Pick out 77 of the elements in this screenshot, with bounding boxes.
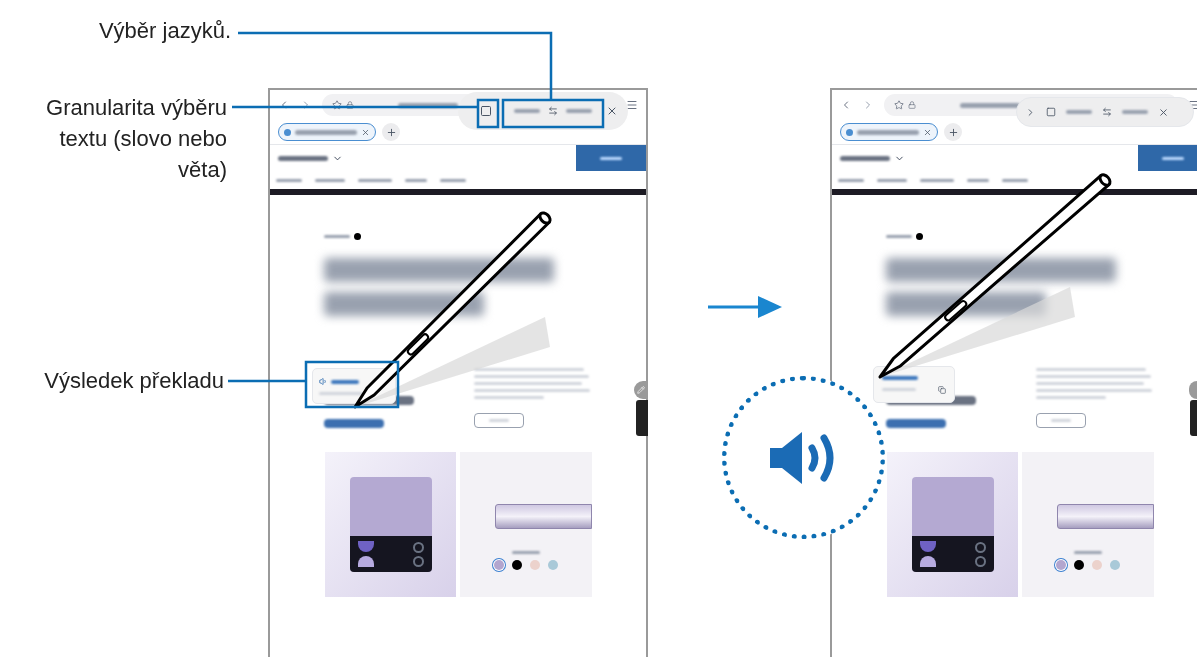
- granularity-icon[interactable]: [1046, 107, 1056, 117]
- menu-icon[interactable]: [1188, 99, 1197, 111]
- buy-button[interactable]: [576, 145, 646, 171]
- color-swatch[interactable]: [1074, 560, 1084, 570]
- blurred-text: [1074, 551, 1102, 554]
- menu-icon[interactable]: [626, 99, 638, 111]
- blurred-text: [877, 178, 907, 182]
- blurred-text: [331, 379, 359, 384]
- swap-icon[interactable]: [548, 106, 558, 116]
- blurred-text: [1122, 110, 1148, 114]
- blurred-text: [324, 235, 350, 238]
- blurred-text: [886, 235, 912, 238]
- star-icon[interactable]: [332, 100, 342, 110]
- blurred-text: [882, 375, 918, 380]
- buy-button[interactable]: [1138, 145, 1197, 171]
- browser-tab[interactable]: [840, 123, 938, 141]
- side-handle[interactable]: [1190, 400, 1197, 436]
- blurred-text: [324, 419, 384, 428]
- blurred-text: [315, 178, 345, 182]
- blurred-text: [474, 396, 544, 399]
- blurred-text: [967, 178, 989, 182]
- browser-tab[interactable]: [278, 123, 376, 141]
- close-icon[interactable]: [361, 127, 370, 137]
- blurred-text: [278, 155, 328, 161]
- blurred-text: [960, 102, 1020, 108]
- favicon-icon: [846, 128, 853, 136]
- blurred-text: [1051, 419, 1071, 422]
- favicon-icon: [284, 128, 291, 136]
- blurred-text: [840, 155, 890, 161]
- blurred-text: [886, 419, 946, 428]
- blurred-text: [1066, 110, 1092, 114]
- blurred-text: [276, 178, 302, 182]
- blurred-text: [566, 109, 592, 113]
- blurred-text: [295, 129, 357, 135]
- swap-icon[interactable]: [1102, 107, 1112, 117]
- blurred-text: [920, 178, 954, 182]
- blurred-text: [600, 156, 622, 160]
- blurred-text: [489, 419, 509, 422]
- outline-button[interactable]: [474, 413, 524, 428]
- blurred-text: [1002, 178, 1028, 182]
- blurred-text: [358, 178, 392, 182]
- new-tab-button[interactable]: [382, 123, 400, 141]
- blurred-text: [440, 178, 466, 182]
- close-icon[interactable]: [606, 105, 618, 117]
- pen-handle[interactable]: [1189, 381, 1197, 399]
- lock-icon: [908, 101, 916, 109]
- plus-icon: [947, 126, 959, 138]
- color-swatch[interactable]: [530, 560, 540, 570]
- granularity-icon[interactable]: [480, 105, 492, 117]
- plus-icon: [385, 126, 397, 138]
- callout-label: Výsledek překladu: [44, 367, 224, 395]
- blurred-text: [838, 178, 864, 182]
- color-swatch[interactable]: [1092, 560, 1102, 570]
- outline-button[interactable]: [1036, 413, 1086, 428]
- callout-label: Výběr jazyků.: [98, 17, 231, 45]
- color-swatch[interactable]: [494, 560, 504, 570]
- speaker-icon[interactable]: [319, 377, 328, 386]
- blurred-text: [1036, 396, 1106, 399]
- color-swatch[interactable]: [1056, 560, 1066, 570]
- close-icon[interactable]: [923, 127, 932, 137]
- new-tab-button[interactable]: [944, 123, 962, 141]
- copy-icon[interactable]: [938, 385, 946, 394]
- side-handle[interactable]: [636, 400, 648, 436]
- blurred-text: [1162, 156, 1184, 160]
- star-icon[interactable]: [894, 100, 904, 110]
- blurred-text: [512, 551, 540, 554]
- lock-icon: [346, 101, 354, 109]
- color-swatch[interactable]: [512, 560, 522, 570]
- close-icon[interactable]: [1158, 106, 1169, 118]
- blurred-text: [514, 109, 540, 113]
- color-swatch[interactable]: [1110, 560, 1120, 570]
- color-swatch[interactable]: [548, 560, 558, 570]
- blurred-text: [857, 129, 919, 135]
- pen-icon: [637, 386, 645, 394]
- callout-label: Granularita výběru textu (slovo nebo věta): [45, 94, 227, 184]
- blurred-text: [405, 178, 427, 182]
- blurred-text: [398, 102, 458, 108]
